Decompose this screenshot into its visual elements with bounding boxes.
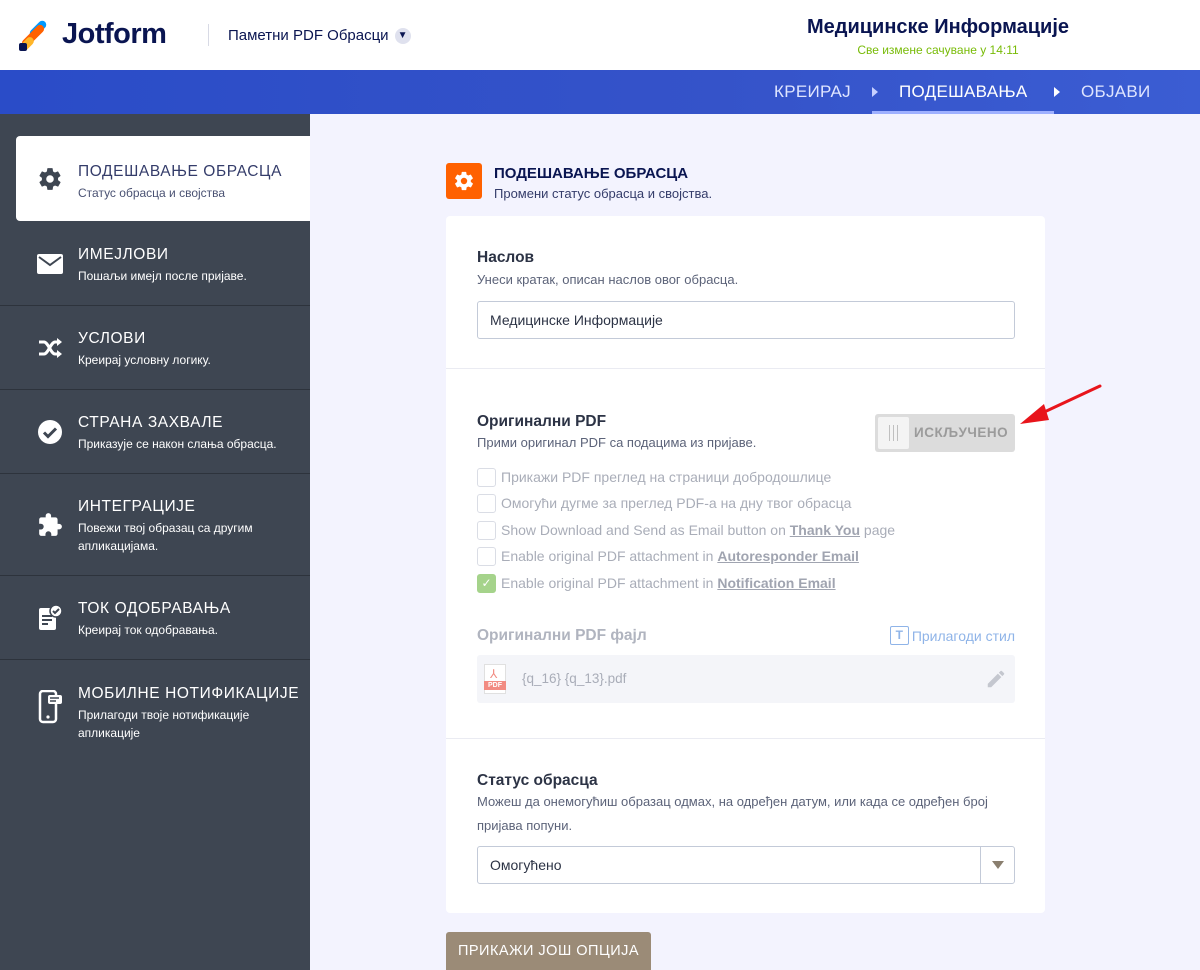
sidebar-item-emails[interactable]: ИМЕЈЛОВИ Пошаљи имејл после пријаве. [0, 221, 310, 306]
title-input[interactable] [477, 301, 1015, 339]
red-arrow-annotation-icon [1020, 384, 1102, 424]
chevron-down-icon: ▼ [394, 27, 411, 44]
shuffle-icon [36, 334, 64, 362]
checkbox-checked[interactable]: ✓ [477, 573, 496, 593]
show-more-options-button[interactable]: ПРИКАЖИ ЈОШ ОПЦИЈА [446, 932, 651, 970]
option-pdf-preview-welcome[interactable]: Прикажи PDF преглед на страници добродош… [477, 467, 831, 487]
checkbox[interactable] [477, 467, 496, 487]
option-label: Enable original PDF attachment in Autore… [501, 548, 859, 564]
dropdown-arrow-icon[interactable] [980, 847, 1014, 883]
sidebar-item-subtitle: Креирај ток одобравања. [78, 623, 218, 637]
save-status: Све измене сачуване у 14:11 [857, 43, 1019, 57]
tab-settings[interactable]: ПОДЕШАВАЊА [872, 70, 1054, 114]
sidebar-item-subtitle: Статус обрасца и својства [78, 186, 226, 200]
original-pdf-toggle[interactable]: ИСКЉУЧЕНО [875, 414, 1015, 452]
sidebar-item-title: СТРАНА ЗАХВАЛЕ [78, 414, 224, 431]
sidebar-item-title: ИМЕЈЛОВИ [78, 246, 169, 263]
approval-flow-icon [36, 604, 64, 632]
option-label: Омогући дугме за преглед PDF-а на дну тв… [501, 495, 852, 511]
option-label: Show Download and Send as Email button o… [501, 522, 896, 538]
brand-name: Jotform [62, 18, 167, 50]
pencil-icon[interactable] [985, 668, 1007, 690]
form-status-value: Омогућено [490, 857, 562, 873]
gear-icon [446, 163, 482, 199]
envelope-icon [36, 250, 64, 278]
sidebar-item-approval-flow[interactable]: ТОК ОДОБРАВАЊА Креирај ток одобравања. [0, 575, 310, 660]
pdf-file-row: ⅄ PDF {q_16} {q_13}.pdf [477, 655, 1015, 703]
original-pdf-file-label: Оригинални PDF фајл [477, 627, 647, 644]
toggle-state-label: ИСКЉУЧЕНО [914, 425, 1009, 440]
sidebar-item-integrations[interactable]: ИНТЕГРАЦИЈЕ Повежи твој образац са други… [0, 473, 310, 576]
notification-email-link[interactable]: Notification Email [717, 575, 835, 591]
mobile-notification-icon [36, 690, 64, 724]
settings-card: Наслов Унеси кратак, описан наслов овог … [446, 216, 1045, 913]
gear-icon [36, 165, 64, 193]
pdf-file-name: {q_16} {q_13}.pdf [522, 671, 627, 686]
divider [446, 368, 1045, 369]
option-pdf-preview-button[interactable]: Омогући дугме за преглед PDF-а на дну тв… [477, 493, 851, 513]
form-title[interactable]: Медицинске Информације [788, 16, 1088, 39]
product-switcher[interactable]: Паметни PDF Обрасци ▼ [228, 27, 411, 44]
customize-style-label: Прилагоди стил [911, 627, 1015, 644]
option-autoresponder-attachment[interactable]: Enable original PDF attachment in Autore… [477, 546, 859, 566]
sidebar-item-title: ТОК ОДОБРАВАЊА [78, 600, 231, 617]
option-download-send-email[interactable]: Show Download and Send as Email button o… [477, 520, 895, 540]
jotform-logo[interactable]: Jotform [18, 18, 167, 52]
toggle-handle [878, 417, 909, 449]
product-name: Паметни PDF Обрасци [228, 27, 389, 44]
sidebar-item-subtitle: Прилагоди твоје нотификације апликације [78, 708, 250, 740]
option-label: Прикажи PDF преглед на страници добродош… [501, 469, 832, 485]
sidebar-item-mobile-notifications[interactable]: МОБИЛНЕ НОТИФИКАЦИЈЕ Прилагоди твоје нот… [0, 659, 310, 764]
sidebar-item-subtitle: Пошаљи имејл после пријаве. [78, 269, 247, 283]
sidebar-item-thank-you-page[interactable]: СТРАНА ЗАХВАЛЕ Приказује се након слања … [0, 389, 310, 474]
builder-nav: КРЕИРАЈ ПОДЕШАВАЊА ОБЈАВИ [0, 70, 1200, 114]
divider [446, 738, 1045, 739]
form-status-select[interactable]: Омогућено [477, 846, 1015, 884]
autoresponder-email-link[interactable]: Autoresponder Email [717, 548, 859, 564]
option-label: Enable original PDF attachment in Notifi… [501, 575, 836, 591]
sidebar-item-subtitle: Повежи твој образац са другим апликација… [78, 521, 253, 553]
tab-publish[interactable]: ОБЈАВИ [1081, 70, 1151, 114]
option-notification-attachment[interactable]: ✓ Enable original PDF attachment in Noti… [477, 573, 836, 593]
sidebar-item-form-settings[interactable]: ПОДЕШАВАЊЕ ОБРАСЦА Статус обрасца и свој… [16, 136, 310, 221]
sidebar-item-title: УСЛОВИ [78, 330, 146, 347]
title-field-label: Наслов [477, 249, 535, 266]
tab-create[interactable]: КРЕИРАЈ [774, 70, 851, 114]
section-title: ПОДЕШАВАЊЕ ОБРАСЦА [494, 165, 689, 182]
section-subtitle: Промени статус обрасца и својства. [494, 186, 713, 201]
original-pdf-label: Оригинални PDF [477, 413, 607, 430]
form-status-description: Можеш да онемогућиш образац одмах, на од… [477, 794, 988, 833]
sidebar-item-title: ПОДЕШАВАЊЕ ОБРАСЦА [78, 163, 283, 180]
sidebar-item-subtitle: Приказује се након слања обрасца. [78, 437, 277, 451]
title-field-description: Унеси кратак, описан наслов овог обрасца… [477, 272, 739, 287]
puzzle-icon [36, 511, 64, 539]
sidebar-item-title: МОБИЛНЕ НОТИФИКАЦИЈЕ [78, 685, 300, 702]
nav-arrow-icon [1054, 87, 1060, 97]
header-divider [208, 24, 209, 46]
settings-sidebar: ПОДЕШАВАЊЕ ОБРАСЦА Статус обрасца и свој… [0, 114, 310, 970]
pdf-file-icon: ⅄ PDF [484, 664, 506, 694]
checkbox[interactable] [477, 520, 496, 540]
form-status-label: Статус обрасца [477, 772, 598, 789]
check-circle-icon [36, 418, 64, 446]
checkbox[interactable] [477, 493, 496, 513]
checkbox[interactable] [477, 546, 496, 566]
sidebar-item-title: ИНТЕГРАЦИЈЕ [78, 498, 196, 515]
thank-you-link[interactable]: Thank You [790, 522, 860, 538]
text-style-icon: T [889, 626, 909, 645]
sidebar-item-conditions[interactable]: УСЛОВИ Креирај условну логику. [0, 305, 310, 390]
sidebar-item-subtitle: Креирај условну логику. [78, 353, 211, 367]
top-header: Jotform Паметни PDF Обрасци ▼ Медицинске… [0, 0, 1200, 70]
customize-style-link[interactable]: T Прилагоди стил [889, 626, 1015, 645]
jotform-logo-mark-icon [18, 18, 49, 52]
